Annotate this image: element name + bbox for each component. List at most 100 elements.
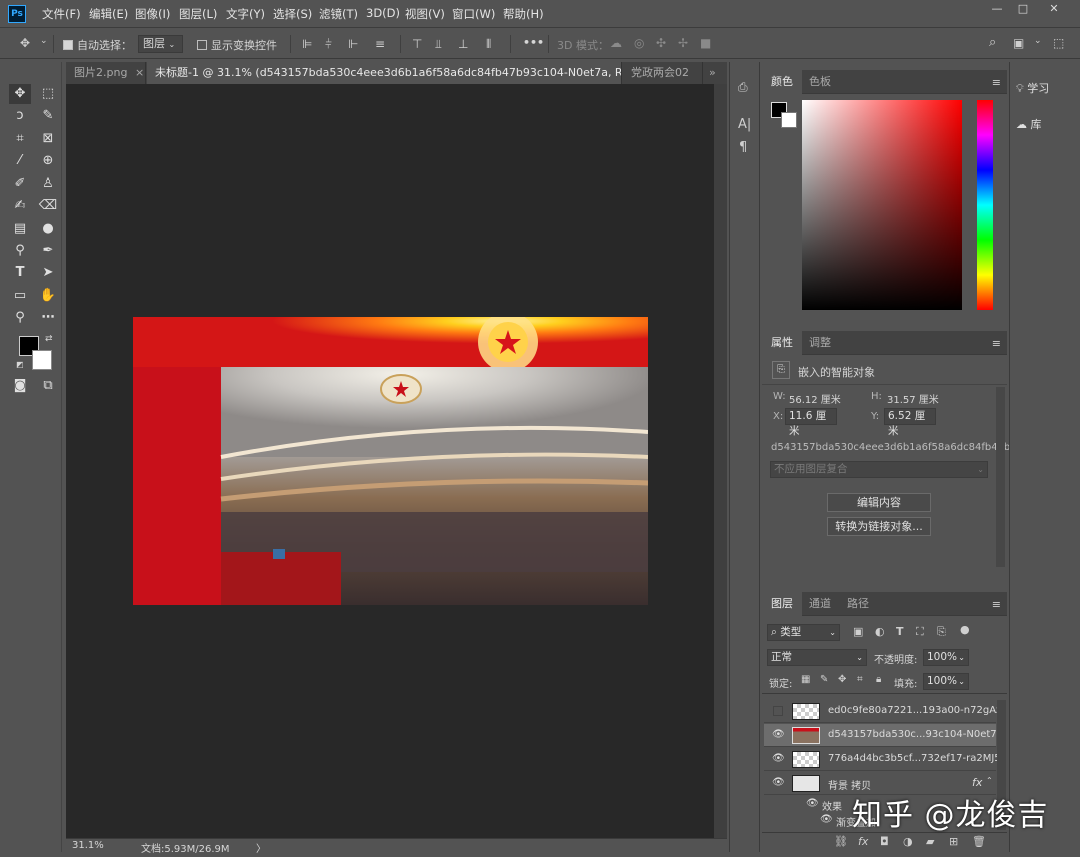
- default-colors-icon[interactable]: ◩: [16, 360, 24, 369]
- chevron-down-icon[interactable]: ⌄: [1034, 36, 1042, 46]
- quick-mask-icon[interactable]: ◙: [9, 376, 31, 396]
- minimize-button[interactable]: —: [986, 2, 1008, 16]
- tab-adjustments[interactable]: 调整: [800, 331, 840, 355]
- visibility-off-icon[interactable]: [773, 706, 783, 716]
- search-icon[interactable]: ⌕: [989, 35, 996, 50]
- color-picker-field[interactable]: [802, 100, 962, 310]
- lock-artboard-icon[interactable]: ⌗: [857, 674, 863, 685]
- menu-layer[interactable]: 图层(L): [179, 6, 217, 22]
- marquee-tool-icon[interactable]: ⬚: [37, 84, 59, 104]
- vertical-scrollbar[interactable]: [714, 84, 727, 838]
- tabs-overflow-button[interactable]: »: [704, 62, 727, 84]
- move-tool-icon[interactable]: ✥: [9, 84, 31, 104]
- layer-effects-icon[interactable]: fx: [972, 776, 982, 789]
- distribute-horizontal-icon[interactable]: ⦀: [486, 37, 491, 52]
- filter-toggle-icon[interactable]: ●: [960, 623, 970, 636]
- align-hcenter-icon[interactable]: ⫩: [325, 37, 332, 52]
- layer-name[interactable]: 776a4d4bc3b5cf...732ef17-ra2MJ5: [828, 753, 1001, 764]
- layer-name[interactable]: ed0c9fe80a7221...193a00-n72gAz: [828, 705, 1001, 716]
- eraser-tool-icon[interactable]: ⌫: [37, 196, 59, 216]
- menu-view[interactable]: 视图(V): [405, 6, 445, 22]
- convert-to-linked-button[interactable]: 转换为链接对象...: [827, 517, 931, 536]
- maximize-button[interactable]: □: [1012, 2, 1034, 16]
- healing-brush-icon[interactable]: ⊕: [37, 151, 59, 171]
- align-right-icon[interactable]: ⊩: [348, 37, 358, 51]
- align-left-icon[interactable]: ⊫: [302, 37, 312, 51]
- quick-select-tool-icon[interactable]: ✎: [37, 106, 59, 126]
- show-transform-checkbox[interactable]: 显示变换控件: [197, 37, 277, 53]
- swap-colors-icon[interactable]: ⇄: [45, 334, 53, 344]
- menu-filter[interactable]: 滤镜(T): [319, 6, 358, 22]
- paragraph-panel-icon[interactable]: ¶: [739, 140, 747, 155]
- library-button[interactable]: ☁ 库: [1016, 112, 1076, 138]
- screen-mode-icon[interactable]: ⧉: [37, 376, 59, 396]
- group-folder-icon[interactable]: ▰: [926, 835, 934, 848]
- blend-mode-select[interactable]: 正常 ⌄: [767, 649, 867, 666]
- tab-untitled-1[interactable]: 未标题-1 @ 31.1% (d543157bda530c4eee3d6b1a6…: [147, 62, 622, 84]
- align-vcenter-icon[interactable]: ⫫: [435, 37, 442, 52]
- character-panel-icon[interactable]: A|: [738, 117, 751, 132]
- lock-all-icon[interactable]: 🔒︎: [876, 674, 881, 685]
- 3d-orbit-icon[interactable]: ☁: [610, 36, 622, 50]
- rectangle-tool-icon[interactable]: ▭: [9, 286, 31, 306]
- filter-type-icon[interactable]: T: [896, 625, 904, 638]
- menu-edit[interactable]: 编辑(E): [89, 6, 128, 22]
- crop-tool-icon[interactable]: ⌗: [9, 129, 31, 149]
- edit-contents-button[interactable]: 编辑内容: [827, 493, 931, 512]
- menu-help[interactable]: 帮助(H): [503, 6, 544, 22]
- new-layer-icon[interactable]: ⊞: [949, 835, 958, 848]
- stamp-tool-icon[interactable]: ♙: [37, 174, 59, 194]
- type-tool-icon[interactable]: T: [9, 263, 31, 283]
- menu-3d[interactable]: 3D(D): [366, 6, 400, 20]
- tab-image2[interactable]: 图片2.png ×: [66, 62, 146, 84]
- eye-icon[interactable]: 👁︎: [772, 777, 785, 789]
- eye-icon[interactable]: 👁︎: [772, 753, 785, 765]
- layer-row[interactable]: 👁︎ 776a4d4bc3b5cf...732ef17-ra2MJ5: [764, 748, 1001, 771]
- move-tool-icon[interactable]: ✥: [20, 36, 30, 50]
- close-window-button[interactable]: ✕: [1043, 2, 1065, 16]
- height-value[interactable]: 31.57 厘米: [887, 391, 939, 406]
- tab-channels[interactable]: 通道: [800, 592, 840, 616]
- auto-select-dropdown[interactable]: 图层 ⌄: [138, 35, 183, 53]
- chevron-up-icon[interactable]: ⌃: [986, 776, 993, 785]
- align-bottom-icon[interactable]: ⊥: [458, 37, 468, 51]
- eye-icon[interactable]: 👁︎: [820, 814, 833, 826]
- auto-select-checkbox[interactable]: 自动选择：: [63, 37, 132, 53]
- menu-window[interactable]: 窗口(W): [452, 6, 495, 22]
- menu-type[interactable]: 文字(Y): [226, 6, 265, 22]
- tab-color[interactable]: 颜色: [762, 70, 802, 94]
- dodge-tool-icon[interactable]: ⚲: [9, 241, 31, 261]
- lasso-tool-icon[interactable]: ↄ: [9, 106, 31, 126]
- filter-adjustment-icon[interactable]: ◐: [875, 625, 885, 638]
- close-tab-icon[interactable]: ×: [135, 66, 144, 79]
- learn-button[interactable]: 💡︎ 学习: [1016, 76, 1076, 102]
- brush-tool-icon[interactable]: ✐: [9, 174, 31, 194]
- layer-row[interactable]: 👁︎ d543157bda530c...93c104-N0et7a: [764, 724, 1003, 747]
- zoom-tool-icon[interactable]: ⚲: [9, 308, 31, 328]
- 3d-roll-icon[interactable]: ◎: [634, 36, 644, 50]
- menu-select[interactable]: 选择(S): [273, 6, 312, 22]
- hue-slider[interactable]: [977, 100, 993, 310]
- panel-menu-icon[interactable]: ≡: [992, 76, 1001, 89]
- eyedropper-tool-icon[interactable]: ⁄: [9, 151, 31, 171]
- add-mask-icon[interactable]: ◘: [880, 835, 889, 848]
- opacity-field[interactable]: 100% ⌄: [923, 649, 969, 666]
- status-menu-arrow[interactable]: 〉: [256, 840, 266, 855]
- path-select-tool-icon[interactable]: ➤: [37, 263, 59, 283]
- layer-name[interactable]: d543157bda530c...93c104-N0et7a: [828, 729, 1003, 740]
- link-layers-icon[interactable]: ⛓: [834, 835, 848, 848]
- width-value[interactable]: 56.12 厘米: [789, 391, 841, 406]
- menu-file[interactable]: 文件(F): [42, 6, 81, 22]
- menu-image[interactable]: 图像(I): [135, 6, 170, 22]
- zoom-level[interactable]: 31.1%: [72, 840, 104, 851]
- tab-paths[interactable]: 路径: [838, 592, 878, 616]
- filter-smart-object-icon[interactable]: ⎘: [937, 625, 946, 639]
- 3d-pan-icon[interactable]: ✣: [656, 36, 666, 50]
- properties-scrollbar[interactable]: [996, 387, 1005, 567]
- frame-tool-icon[interactable]: ⊠: [37, 129, 59, 149]
- color-background-swatch[interactable]: [781, 112, 797, 128]
- gradient-tool-icon[interactable]: ▤: [9, 219, 31, 239]
- lock-transparent-icon[interactable]: ▦: [801, 674, 810, 685]
- blur-tool-icon[interactable]: ●: [37, 219, 59, 239]
- lock-image-icon[interactable]: ✎: [820, 674, 828, 685]
